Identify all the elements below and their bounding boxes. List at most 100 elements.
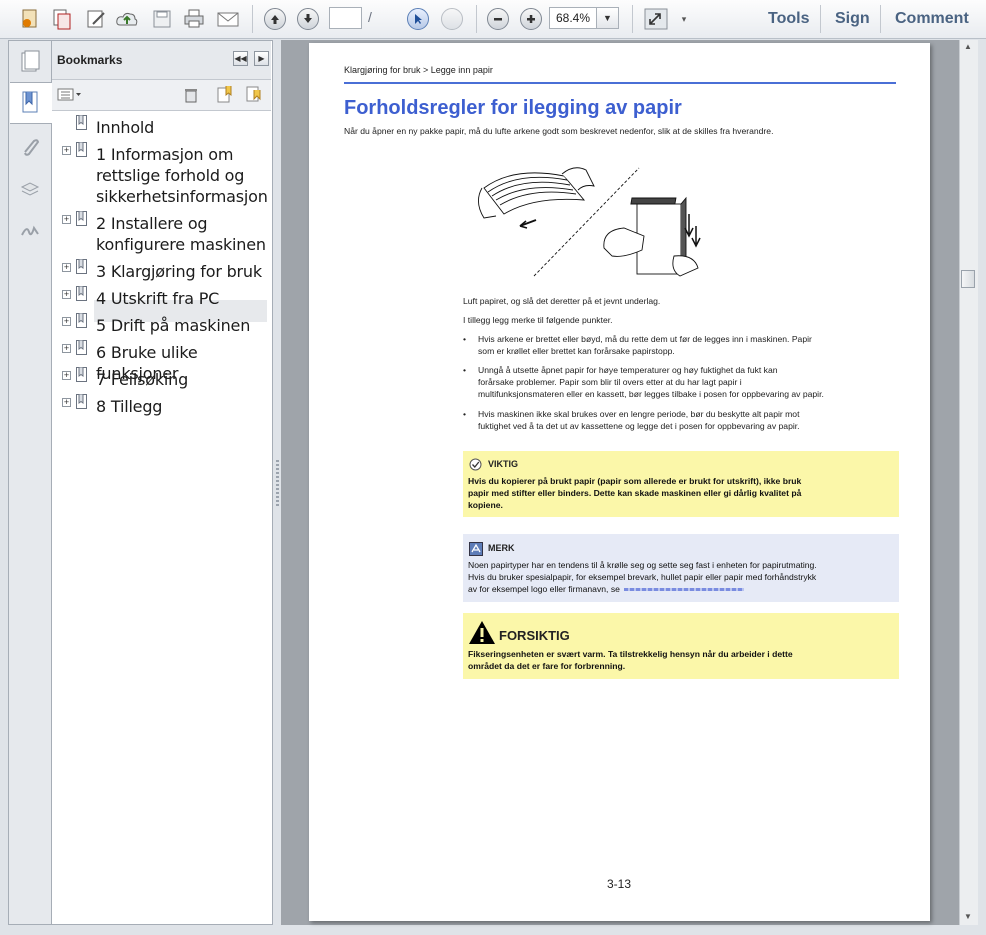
fit-page-icon[interactable] (644, 7, 668, 31)
caution-heading: FORSIKTIG (499, 628, 570, 643)
sign-tab[interactable]: Sign (835, 10, 870, 28)
expand-toggle-icon[interactable]: + (62, 146, 71, 155)
paper-fanning-illustration (478, 167, 701, 277)
bookmark-item[interactable]: +3 Klargjøring for bruk (52, 257, 271, 284)
zoom-out-icon[interactable] (486, 7, 510, 31)
vertical-scrollbar[interactable]: ▲ ▼ (959, 40, 978, 925)
important-text: Hvis du kopierer på brukt papir (papir s… (468, 476, 802, 510)
select-tool-icon[interactable] (406, 7, 430, 31)
combine-files-icon[interactable] (50, 7, 74, 31)
bookmarks-tab[interactable] (10, 82, 52, 124)
navigation-pane-strip (8, 40, 52, 925)
bookmark-flag-icon (76, 394, 87, 409)
page-breadcrumb: Klargjøring for bruk > Legge inn papir (344, 65, 493, 75)
scroll-down-icon[interactable]: ▼ (964, 912, 972, 921)
header-rule (344, 82, 896, 84)
comment-tab[interactable]: Comment (895, 10, 969, 28)
checkmark-circle-icon (469, 458, 482, 471)
bookmark-flag-icon (76, 211, 87, 226)
bullet-dot: • (463, 409, 467, 419)
expand-toggle-icon[interactable]: + (62, 317, 71, 326)
bookmark-flag-icon (76, 259, 87, 274)
bookmark-item[interactable]: +5 Drift på maskinen (52, 311, 271, 338)
tools-tab[interactable]: Tools (768, 10, 809, 28)
bookmark-item[interactable]: +6 Bruke ulike funksjoner (52, 338, 271, 383)
page-title: Forholdsregler for ilegging av papir (344, 97, 682, 119)
expand-toggle-icon[interactable]: + (62, 263, 71, 272)
bookmark-item[interactable]: +2 Installere og konfigurere maskinen (52, 209, 271, 257)
bullet-dot: • (463, 365, 467, 375)
intro-paragraph: Når du åpner en ny pakke papir, må du lu… (344, 126, 774, 136)
email-icon[interactable] (216, 7, 240, 31)
save-icon[interactable] (150, 7, 174, 31)
collapse-panel-icon[interactable]: ◀◀ (233, 51, 248, 66)
bookmark-flag-icon (76, 340, 87, 355)
page-thumbnails-icon[interactable] (9, 44, 51, 80)
bullet-text: Hvis maskinen ikke skal brukes over en l… (478, 409, 800, 431)
expand-toggle-icon[interactable]: + (62, 290, 71, 299)
next-page-icon[interactable] (296, 7, 320, 31)
caution-text: Fikseringsenheten er svært varm. Ta tils… (468, 649, 793, 671)
bullet-text: Unngå å utsette åpnet papir for høye tem… (478, 365, 824, 399)
attachments-icon[interactable] (9, 129, 51, 165)
bookmark-item[interactable]: Innhold (52, 113, 271, 140)
bookmark-label: Innhold (96, 118, 155, 137)
bookmark-flag-icon (76, 286, 87, 301)
find-bookmark-icon[interactable] (245, 85, 263, 108)
bookmarks-title: Bookmarks (57, 53, 123, 67)
note-text: Noen papirtyper har en tendens til å krø… (468, 560, 817, 594)
more-tools-icon[interactable]: ▾ (677, 7, 691, 31)
expand-toggle-icon[interactable]: + (62, 344, 71, 353)
expand-toggle-icon[interactable]: + (62, 398, 71, 407)
edit-form-icon[interactable] (84, 7, 108, 31)
scroll-up-icon[interactable]: ▲ (964, 42, 972, 51)
note-notice: MERK Noen papirtyper har en tendens til … (463, 534, 899, 602)
hand-tool-icon[interactable] (440, 7, 464, 31)
upload-cloud-icon[interactable] (115, 7, 139, 31)
bookmarks-header: Bookmarks ◀◀ ▶ (52, 41, 271, 80)
caution-notice: FORSIKTIG Fikseringsenheten er svært var… (463, 613, 899, 679)
zoom-in-icon[interactable] (519, 7, 543, 31)
bookmarks-toolbar (52, 80, 271, 111)
bookmark-item[interactable]: +8 Tillegg (52, 392, 271, 419)
note-icon (469, 542, 483, 556)
bookmark-flag-icon (76, 142, 87, 157)
warning-triangle-icon (469, 621, 495, 644)
bookmark-label: 4 Utskrift fra PC (96, 289, 220, 308)
expand-toggle-icon[interactable]: + (62, 371, 71, 380)
page-number: 3-13 (607, 877, 632, 891)
bookmark-label: 7 Feilsøking (96, 370, 189, 389)
bullet-text: Hvis arkene er brettet eller bøyd, må du… (478, 334, 812, 356)
bookmark-item[interactable]: +4 Utskrift fra PC (52, 284, 271, 311)
page-number-input[interactable] (329, 7, 362, 29)
signatures-icon[interactable] (9, 213, 51, 249)
bullet-dot: • (463, 334, 467, 344)
splitter-grip[interactable] (276, 460, 279, 506)
delete-bookmark-icon[interactable] (183, 86, 199, 109)
note-heading: MERK (488, 543, 515, 553)
scrollbar-thumb[interactable] (961, 270, 975, 288)
bookmark-item[interactable]: +7 Feilsøking (52, 365, 271, 392)
zoom-level-field[interactable]: 68.4% (549, 7, 597, 29)
document-page: Klargjøring for bruk > Legge inn papir F… (309, 43, 930, 921)
bookmark-label: 5 Drift på maskinen (96, 316, 251, 335)
expand-panel-icon[interactable]: ▶ (254, 51, 269, 66)
bookmark-flag-icon (76, 115, 87, 130)
create-pdf-icon[interactable] (18, 7, 42, 31)
figure-caption: Luft papiret, og slå det deretter på et … (463, 296, 661, 306)
main-toolbar: / 68.4% ▼ ▾ Tools Sign Comment (0, 0, 986, 39)
previous-page-icon[interactable] (263, 7, 287, 31)
options-menu-icon[interactable] (57, 88, 83, 107)
note-link[interactable] (623, 588, 744, 592)
bookmark-flag-icon (76, 313, 87, 328)
new-bookmark-icon[interactable] (216, 85, 234, 108)
zoom-dropdown-button[interactable]: ▼ (597, 7, 619, 29)
page-separator: / (368, 9, 372, 25)
bookmark-item[interactable]: +1 Informasjon om rettslige forhold og sik… (52, 140, 271, 209)
layers-icon[interactable] (9, 171, 51, 207)
print-icon[interactable] (182, 7, 206, 31)
expand-toggle-icon[interactable]: + (62, 215, 71, 224)
bookmark-label: 1 Informasjon om rettslige forhold og sikk… (96, 145, 268, 206)
bookmark-label: 8 Tillegg (96, 397, 163, 416)
bookmark-label: 3 Klargjøring for bruk (96, 262, 262, 281)
